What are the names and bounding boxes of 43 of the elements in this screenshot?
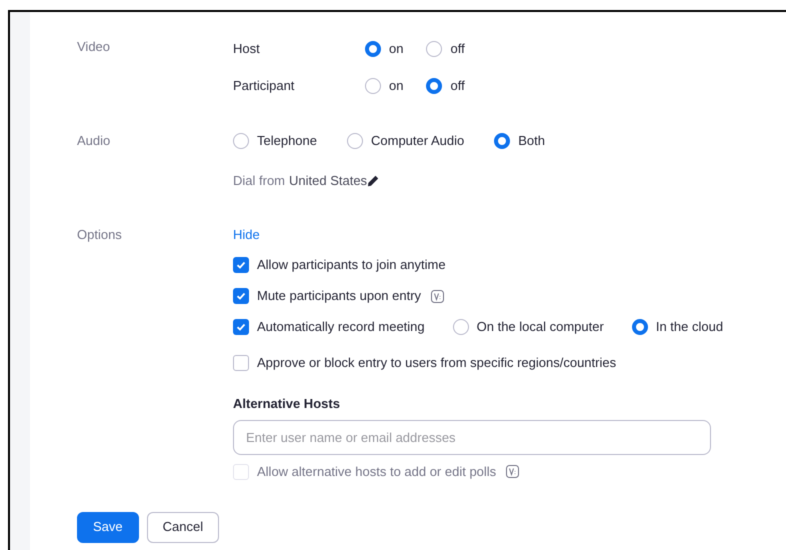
radio-button[interactable] (426, 41, 442, 57)
hide-link[interactable]: Hide (233, 224, 260, 244)
checkbox-label: Allow alternative hosts to add or edit polls (257, 462, 496, 481)
checkbox-label[interactable]: Allow participants to join anytime (257, 255, 446, 275)
pencil-icon[interactable] (367, 174, 380, 187)
checkmark-icon (236, 260, 246, 270)
radio-label[interactable]: on (389, 39, 404, 59)
radio-label[interactable]: off (450, 39, 465, 59)
field-heading: Alternative Hosts (233, 395, 341, 413)
row-label: Participant (233, 77, 296, 96)
radio-button[interactable] (347, 133, 363, 149)
radio-button[interactable] (365, 78, 381, 94)
radio-button[interactable] (365, 41, 381, 57)
checkbox-label[interactable]: Automatically record meeting (257, 317, 425, 337)
radio-label[interactable]: Computer Audio (371, 131, 464, 151)
checkbox-label[interactable]: Mute participants upon entry (257, 286, 422, 306)
radio-button[interactable] (632, 319, 648, 335)
section-label: Options (77, 226, 123, 244)
radio-label[interactable]: On the local computer (476, 317, 604, 337)
checkbox[interactable] (233, 288, 249, 304)
radio-label[interactable]: Both (518, 131, 545, 151)
section-label: Audio (77, 132, 112, 150)
radio-label[interactable]: on (389, 76, 404, 96)
radio-button[interactable] (494, 133, 510, 149)
radio-label[interactable]: Telephone (257, 131, 317, 151)
radio-label[interactable]: In the cloud (656, 317, 724, 337)
country-link[interactable]: United States (289, 171, 368, 190)
radio-label[interactable]: off (450, 76, 465, 96)
checkbox[interactable] (233, 257, 249, 273)
checkmark-icon (236, 291, 246, 301)
checkbox[interactable] (233, 319, 249, 335)
section-label: Video (77, 38, 112, 56)
radio-button[interactable] (426, 78, 442, 94)
save-button[interactable]: Save (77, 512, 139, 542)
radio-button[interactable] (233, 133, 249, 149)
checkmark-icon (236, 322, 246, 332)
row-label: Host (233, 40, 261, 58)
dial-from-text: Dial from (233, 172, 286, 190)
email-field[interactable]: Enter user name or email addresses (233, 420, 711, 454)
cancel-button[interactable]: Cancel (146, 512, 220, 542)
checkbox[interactable] (233, 355, 249, 371)
checkbox-label[interactable]: Approve or block entry to users from specific regions/countries (257, 353, 616, 373)
radio-button[interactable] (452, 319, 469, 335)
